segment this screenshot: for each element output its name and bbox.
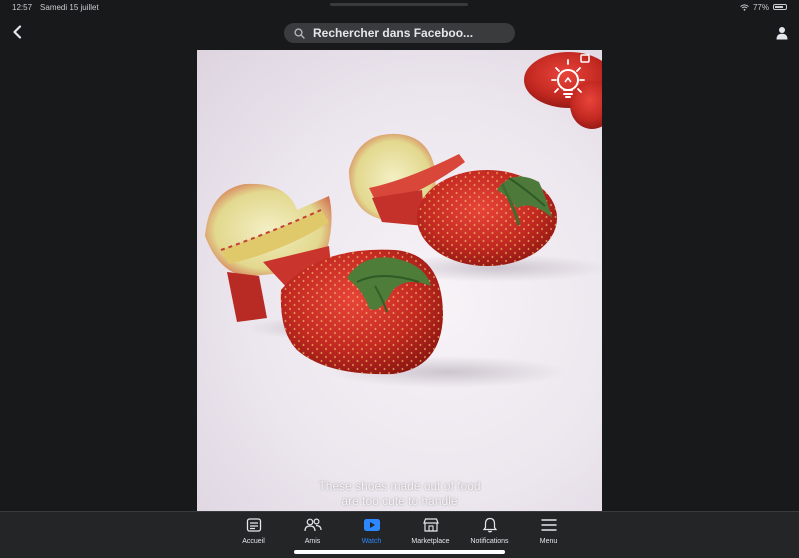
top-header: Rechercher dans Faceboo...	[0, 14, 799, 50]
search-bar[interactable]: Rechercher dans Faceboo...	[284, 23, 515, 43]
bell-icon	[482, 517, 497, 533]
wifi-icon	[740, 3, 749, 11]
caption-line: These shoes made out of food	[318, 479, 481, 493]
hamburger-menu-icon	[540, 519, 557, 531]
status-left: 12:57 Samedi 15 juillet	[12, 3, 99, 12]
battery-fill	[775, 6, 783, 8]
home-indicator[interactable]	[294, 550, 505, 554]
facebook-watch-screen: 12:57 Samedi 15 juillet 77% Rechercher d…	[0, 0, 799, 558]
lightbulb-overlay-button[interactable]	[537, 52, 595, 104]
bottom-tab-bar: Accueil Amis Watch Marketplace Notificat…	[0, 511, 799, 558]
tab-marketplace[interactable]: Marketplace	[401, 516, 460, 550]
video-player[interactable]: These shoes made out of food are too cut…	[197, 50, 602, 511]
tab-label: Amis	[304, 538, 321, 545]
home-feed-icon	[246, 518, 261, 532]
tab-label: Notifications	[470, 538, 509, 545]
caption-line: are too cute to handle	[341, 494, 458, 508]
chevron-left-icon	[13, 25, 22, 39]
battery-icon	[773, 4, 787, 10]
tab-label: Marketplace	[411, 538, 450, 545]
friends-icon	[303, 518, 322, 532]
status-date: Samedi 15 juillet	[40, 2, 99, 12]
battery-percentage: 77%	[752, 2, 769, 12]
multitasking-grabber[interactable]	[330, 3, 468, 6]
tab-label: Menu	[539, 538, 558, 545]
tab-accueil[interactable]: Accueil	[224, 516, 283, 550]
tab-amis[interactable]: Amis	[283, 516, 342, 550]
tab-notifications[interactable]: Notifications	[460, 516, 519, 550]
status-time: 12:57	[12, 2, 33, 12]
tab-label: Watch	[361, 538, 382, 545]
status-right: 77%	[740, 3, 787, 12]
watch-play-icon	[363, 519, 380, 531]
search-placeholder: Rechercher dans Faceboo...	[313, 26, 474, 40]
back-button[interactable]	[8, 22, 26, 42]
video-frame-strawberry-shoes	[205, 52, 602, 388]
profile-button[interactable]	[773, 23, 791, 43]
tab-label: Accueil	[242, 538, 265, 545]
person-icon	[776, 27, 788, 40]
marketplace-shop-icon	[422, 518, 439, 532]
tab-menu[interactable]: Menu	[519, 516, 578, 550]
video-captions: These shoes made out of food are too cut…	[197, 479, 602, 509]
tab-list: Accueil Amis Watch Marketplace Notificat…	[224, 516, 578, 550]
lightbulb-icon	[551, 54, 590, 98]
search-icon	[294, 27, 305, 39]
tab-watch[interactable]: Watch	[342, 516, 401, 550]
